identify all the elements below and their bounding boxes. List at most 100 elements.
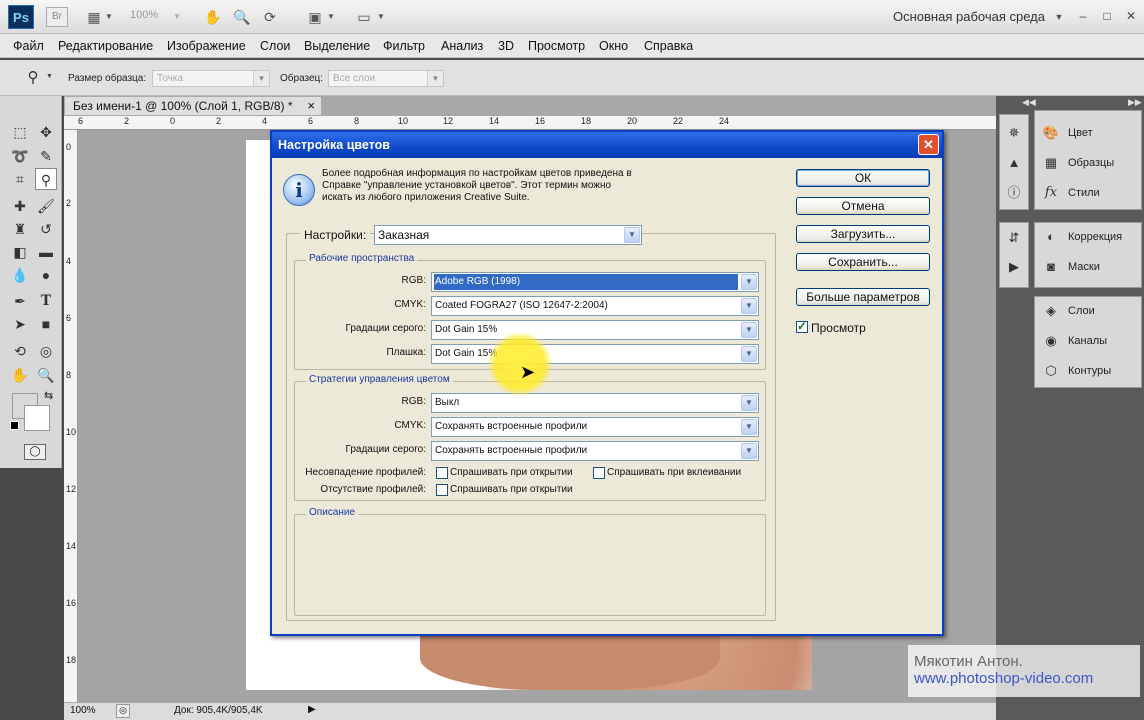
document-tab[interactable]: Без имени-1 @ 100% (Слой 1, RGB/8) * × xyxy=(64,96,322,116)
minimize-button[interactable]: – xyxy=(1074,8,1092,24)
eyedropper-preset-icon[interactable]: ⚲ xyxy=(22,67,44,89)
clone-stamp-tool-icon[interactable]: ♜ xyxy=(9,218,31,240)
adjustments-panel-tab[interactable]: Коррекция xyxy=(1068,231,1122,243)
swap-colors-icon[interactable]: ⇆ xyxy=(44,389,53,402)
menu-layers[interactable]: Слои xyxy=(260,39,290,53)
policy-rgb-select[interactable]: Выкл ▼ xyxy=(431,393,759,413)
rgb-working-space-select[interactable]: Adobe RGB (1998) ▼ xyxy=(431,272,759,292)
mismatch-ask-open-checkbox[interactable] xyxy=(436,467,448,479)
zoom-tool-icon[interactable]: 🔍 xyxy=(232,8,252,26)
menu-image[interactable]: Изображение xyxy=(167,39,246,53)
zoom-tool-icon[interactable]: 🔍 xyxy=(35,364,57,386)
background-color-swatch[interactable] xyxy=(24,405,50,431)
styles-panel-icon[interactable]: fx xyxy=(1042,184,1060,202)
more-options-button[interactable]: Больше параметров xyxy=(796,288,930,306)
default-colors-icon[interactable] xyxy=(10,421,19,430)
document-tab-close-button[interactable]: × xyxy=(307,97,315,115)
styles-panel-tab[interactable]: Стили xyxy=(1068,187,1100,199)
color-panel-icon[interactable]: 🎨 xyxy=(1042,124,1060,142)
paths-panel-icon[interactable]: ⬡ xyxy=(1042,362,1060,380)
ok-button[interactable]: ОК xyxy=(796,169,930,187)
eraser-tool-icon[interactable]: ◧ xyxy=(9,241,31,263)
channels-panel-tab[interactable]: Каналы xyxy=(1068,335,1107,347)
hand-tool-icon[interactable]: ✋ xyxy=(9,364,31,386)
rotate-view-icon[interactable]: ⟳ xyxy=(260,8,280,26)
3d-orbit-tool-icon[interactable]: ◎ xyxy=(35,340,57,362)
swatches-panel-tab[interactable]: Образцы xyxy=(1068,157,1114,169)
screen-mode-icon[interactable]: ▭ xyxy=(354,8,374,26)
sample-select[interactable]: Все слои ▼ xyxy=(328,70,444,87)
path-selection-tool-icon[interactable]: ➤ xyxy=(9,313,31,335)
save-button[interactable]: Сохранить... xyxy=(796,253,930,271)
swatches-panel-icon[interactable]: ▦ xyxy=(1042,154,1060,172)
mismatch-ask-paste-label[interactable]: Спрашивать при вклеивании xyxy=(607,467,741,478)
move-tool-icon[interactable]: ✥ xyxy=(35,121,57,143)
hand-tool-icon[interactable]: ✋ xyxy=(203,8,223,26)
missing-ask-open-checkbox[interactable] xyxy=(436,484,448,496)
collapse-dock-icon[interactable]: ◀◀ xyxy=(1022,97,1036,108)
color-panel-tab[interactable]: Цвет xyxy=(1068,127,1093,139)
magic-wand-tool-icon[interactable]: ✎ xyxy=(35,145,57,167)
cancel-button[interactable]: Отмена xyxy=(796,197,930,215)
load-button[interactable]: Загрузить... xyxy=(796,225,930,243)
menu-analysis[interactable]: Анализ xyxy=(441,39,483,53)
status-zoom[interactable]: 100% xyxy=(70,705,96,716)
menu-3d[interactable]: 3D xyxy=(498,39,514,53)
arrange-documents-icon[interactable]: ▣ xyxy=(305,8,325,26)
masks-panel-tab[interactable]: Маски xyxy=(1068,261,1100,273)
expand-dock-icon[interactable]: ▶▶ xyxy=(1128,97,1142,108)
preset-dropdown-icon[interactable]: ▼ xyxy=(46,73,54,80)
rectangle-tool-icon[interactable]: ■ xyxy=(35,313,57,335)
mismatch-ask-open-label[interactable]: Спрашивать при открытии xyxy=(450,467,573,478)
layers-panel-icon[interactable]: ◈ xyxy=(1042,302,1060,320)
zoom-level[interactable]: 100% xyxy=(130,9,178,21)
arrange-dropdown-icon[interactable]: ▼ xyxy=(326,8,336,26)
mismatch-ask-paste-checkbox[interactable] xyxy=(593,467,605,479)
preview-label[interactable]: Просмотр xyxy=(811,321,866,335)
type-tool-icon[interactable]: T xyxy=(35,290,57,312)
menu-help[interactable]: Справка xyxy=(644,39,693,53)
bridge-button[interactable]: Br xyxy=(46,7,68,27)
workspace-dropdown-icon[interactable]: ▼ xyxy=(1054,8,1064,26)
policy-gray-select[interactable]: Сохранять встроенные профили ▼ xyxy=(431,441,759,461)
policy-cmyk-select[interactable]: Сохранять встроенные профили ▼ xyxy=(431,417,759,437)
menu-window[interactable]: Окно xyxy=(599,39,628,53)
masks-panel-icon[interactable]: ◙ xyxy=(1042,258,1060,276)
menu-edit[interactable]: Редактирование xyxy=(58,39,153,53)
paths-panel-tab[interactable]: Контуры xyxy=(1068,365,1111,377)
crop-tool-icon[interactable]: ⌗ xyxy=(9,168,31,190)
info-panel-icon[interactable]: ⓘ xyxy=(1005,184,1023,202)
dodge-tool-icon[interactable]: ● xyxy=(35,264,57,286)
3d-rotate-tool-icon[interactable]: ⟲ xyxy=(9,340,31,362)
menu-select[interactable]: Выделение xyxy=(304,39,370,53)
adjustments-panel-icon[interactable]: ◐ xyxy=(1042,228,1060,246)
history-brush-tool-icon[interactable]: ↺ xyxy=(35,218,57,240)
settings-select[interactable]: Заказная ▼ xyxy=(374,225,642,245)
dialog-close-button[interactable]: ✕ xyxy=(918,134,939,155)
eyedropper-tool-icon[interactable]: ⚲ xyxy=(35,168,57,190)
brush-tool-icon[interactable]: 🖌 xyxy=(35,195,57,217)
close-button[interactable]: ✕ xyxy=(1122,8,1140,24)
navigator-icon[interactable]: ✵ xyxy=(1005,124,1023,142)
missing-ask-open-label[interactable]: Спрашивать при открытии xyxy=(450,484,573,495)
histogram-icon[interactable]: ▲ xyxy=(1005,154,1023,172)
channels-panel-icon[interactable]: ◉ xyxy=(1042,332,1060,350)
gray-working-space-select[interactable]: Dot Gain 15% ▼ xyxy=(431,320,759,340)
cmyk-working-space-select[interactable]: Coated FOGRA27 (ISO 12647-2:2004) ▼ xyxy=(431,296,759,316)
status-menu-arrow-icon[interactable]: ▶ xyxy=(308,704,316,715)
layers-panel-tab[interactable]: Слои xyxy=(1068,305,1095,317)
healing-brush-tool-icon[interactable]: ✚ xyxy=(9,195,31,217)
quick-mask-icon[interactable]: ◯ xyxy=(24,444,46,460)
zoom-dropdown-icon[interactable]: ▼ xyxy=(172,8,182,26)
status-preview-icon[interactable]: ◎ xyxy=(116,704,130,718)
pen-tool-icon[interactable]: ✒ xyxy=(9,290,31,312)
marquee-tool-icon[interactable]: ⬚ xyxy=(9,121,31,143)
gradient-tool-icon[interactable]: ▬ xyxy=(35,241,57,263)
sample-size-select[interactable]: Точка ▼ xyxy=(152,70,270,87)
view-extras-dropdown-icon[interactable]: ▼ xyxy=(104,8,114,26)
blur-tool-icon[interactable]: 💧 xyxy=(9,264,31,286)
lasso-tool-icon[interactable]: ➰ xyxy=(9,145,31,167)
menu-file[interactable]: Файл xyxy=(13,39,44,53)
view-extras-icon[interactable]: ▦ xyxy=(84,8,104,26)
actions-icon[interactable]: ▶ xyxy=(1005,258,1023,276)
